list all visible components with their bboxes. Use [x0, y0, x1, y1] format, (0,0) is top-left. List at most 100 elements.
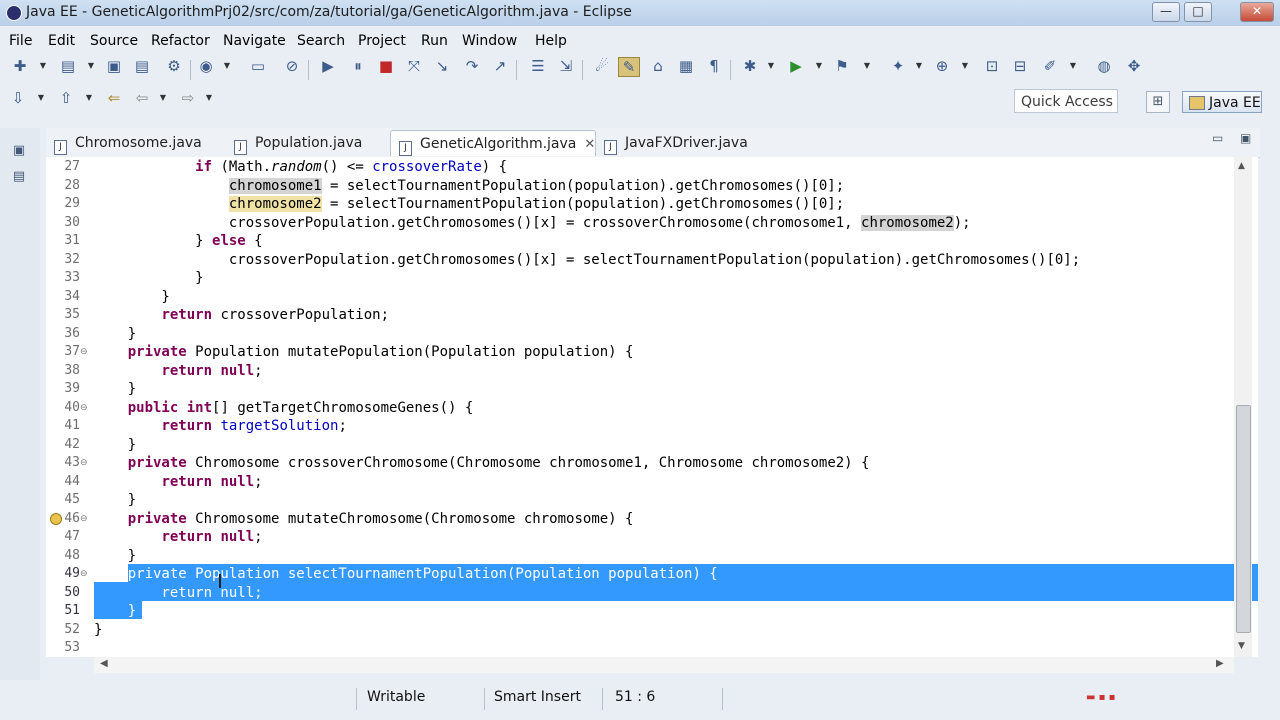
code-line[interactable]: }	[94, 436, 1254, 455]
code-line[interactable]: return null;	[94, 362, 1254, 381]
open-folder-icon[interactable]: ⊡	[982, 57, 1002, 75]
close-window-button[interactable]: ✕	[1240, 2, 1274, 22]
maximize-button[interactable]: □	[1184, 2, 1212, 22]
code-line[interactable]: }	[94, 325, 1254, 344]
chevron-down-icon[interactable]: ▼	[36, 89, 46, 107]
run-icon[interactable]: ▶	[786, 57, 806, 75]
chevron-down-icon[interactable]: ▼	[960, 57, 970, 75]
chevron-down-icon[interactable]: ▼	[1068, 57, 1078, 75]
step-over-icon[interactable]: ↷	[462, 57, 482, 75]
last-edit-location-icon[interactable]: ⇐	[104, 89, 124, 107]
close-icon[interactable]: ✕	[584, 137, 595, 152]
maximize-view-icon[interactable]: ▣	[1240, 131, 1251, 145]
debug-icon[interactable]: ✱	[740, 57, 760, 75]
new-java-project-icon[interactable]: ✦	[888, 57, 908, 75]
chevron-down-icon[interactable]: ▼	[86, 57, 96, 75]
step-return-icon[interactable]: ↗	[490, 57, 510, 75]
menu-window[interactable]: Window	[462, 33, 517, 49]
pin-icon[interactable]: ✥	[1124, 57, 1144, 75]
code-line[interactable]: private Chromosome crossoverChromosome(C…	[94, 454, 1254, 473]
scroll-thumb[interactable]	[1236, 405, 1251, 633]
vertical-scrollbar[interactable]: ▲ ▼	[1234, 157, 1252, 657]
open-package-icon[interactable]: ⊟	[1010, 57, 1030, 75]
open-task-icon[interactable]: ✐	[1040, 57, 1060, 75]
minimize-view-icon[interactable]: ▭	[1212, 131, 1223, 145]
code-line[interactable]: return targetSolution;	[94, 417, 1254, 436]
chevron-down-icon[interactable]: ▼	[914, 57, 924, 75]
fold-toggle-icon[interactable]: ⊖	[80, 343, 88, 362]
chevron-down-icon[interactable]: ▼	[766, 57, 776, 75]
restore-icon[interactable]: ▣	[10, 142, 28, 160]
code-line[interactable]: private Population selectTournamentPopul…	[94, 565, 1254, 584]
menu-edit[interactable]: Edit	[48, 33, 75, 49]
code-line[interactable]: public int[] getTargetChromosomeGenes() …	[94, 399, 1254, 418]
code-line[interactable]: crossoverPopulation.getChromosomes()[x] …	[94, 214, 1254, 233]
chevron-down-icon[interactable]: ▼	[204, 89, 214, 107]
save-all-icon[interactable]: ▤	[132, 57, 152, 75]
warning-marker-icon[interactable]	[50, 512, 62, 525]
menu-navigate[interactable]: Navigate	[223, 33, 286, 49]
back-icon[interactable]: ⇦	[132, 89, 152, 107]
code-line[interactable]: }	[94, 547, 1254, 566]
new-class-icon[interactable]: ⊕	[932, 57, 952, 75]
scroll-up-icon[interactable]: ▲	[1238, 161, 1245, 171]
menu-source[interactable]: Source	[90, 33, 138, 49]
code-line[interactable]: }	[94, 602, 1254, 621]
forward-icon[interactable]: ⇨	[178, 89, 198, 107]
terminate-icon[interactable]: ■	[376, 57, 396, 75]
run-external-tool-icon[interactable]: ⚑	[832, 57, 852, 75]
tab-javafx-driver[interactable]: J JavaFXDriver.java	[604, 130, 748, 156]
code-line[interactable]: return null;	[94, 528, 1254, 547]
scroll-right-icon[interactable]: ▶	[1216, 658, 1224, 669]
disconnect-icon[interactable]: ⤧	[404, 57, 424, 75]
menu-project[interactable]: Project	[358, 33, 406, 49]
fold-toggle-icon[interactable]: ⊖	[80, 510, 88, 529]
code-line[interactable]: crossoverPopulation.getChromosomes()[x] …	[94, 251, 1254, 270]
code-editor[interactable]: 27 28 29 30 31 32 33 34 35 36 37 ⊖ 38 39 40 ⊖ 41 42 43 ⊖ 44 4…	[46, 157, 1258, 657]
chevron-down-icon[interactable]: ▼	[814, 57, 824, 75]
server-icon[interactable]: ◉	[196, 57, 216, 75]
save-icon[interactable]: ▣	[104, 57, 124, 75]
code-line[interactable]: if (Math.random() <= crossoverRate) {	[94, 158, 1254, 177]
chevron-down-icon[interactable]: ▼	[862, 57, 872, 75]
chevron-down-icon[interactable]: ▼	[84, 89, 94, 107]
new-wizard-icon[interactable]: ▤	[58, 57, 78, 75]
step-into-icon[interactable]: ↘	[432, 57, 452, 75]
code-line[interactable]: }	[94, 621, 1254, 640]
code-line[interactable]: chromosome1 = selectTournamentPopulation…	[94, 177, 1254, 196]
next-annotation-icon[interactable]: ⇩	[8, 89, 28, 107]
perspective-java-ee[interactable]: Java EE	[1182, 91, 1262, 113]
code-line[interactable]: } else {	[94, 232, 1254, 251]
code-line[interactable]: }	[94, 269, 1254, 288]
tab-population[interactable]: J Population.java	[234, 130, 362, 156]
menu-help[interactable]: Help	[535, 33, 567, 49]
fold-toggle-icon[interactable]: ⊖	[80, 399, 88, 418]
drop-to-frame-icon[interactable]: ☰	[528, 57, 548, 75]
menu-search[interactable]: Search	[297, 33, 345, 49]
scroll-down-icon[interactable]: ▼	[1238, 641, 1245, 651]
new-icon[interactable]: ✚	[10, 57, 30, 75]
previous-annotation-icon[interactable]: ⇧	[56, 89, 76, 107]
globe-icon[interactable]: ◍	[1094, 57, 1114, 75]
code-line[interactable]: }	[94, 288, 1254, 307]
paragraph-icon[interactable]: ¶	[704, 57, 724, 75]
horizontal-scrollbar[interactable]: ◀ ▶	[94, 657, 1234, 673]
chevron-down-icon[interactable]: ▼	[38, 57, 48, 75]
code-line[interactable]: private Chromosome mutateChromosome(Chro…	[94, 510, 1254, 529]
code-area[interactable]: if (Math.random() <= crossoverRate) { ch…	[94, 157, 1258, 657]
skip-breakpoints-icon[interactable]: ⊘	[282, 57, 302, 75]
menu-refactor[interactable]: Refactor	[151, 33, 210, 49]
open-type-icon[interactable]: ☄	[592, 57, 612, 75]
code-line[interactable]: }	[94, 380, 1254, 399]
suspend-icon[interactable]: ⏸	[348, 57, 368, 75]
menu-run[interactable]: Run	[421, 33, 448, 49]
package-explorer-icon[interactable]: ▤	[10, 168, 28, 186]
toggle-breadcrumb-icon[interactable]: ⌂	[648, 57, 668, 75]
scroll-left-icon[interactable]: ◀	[100, 658, 108, 669]
toggle-mark-occurrences-icon[interactable]: ✎	[618, 57, 640, 77]
code-line[interactable]: return null;	[94, 584, 1254, 603]
progress-indicator-icon[interactable]: ▬ ▪ ▪	[1086, 692, 1115, 703]
code-line[interactable]: return null;	[94, 473, 1254, 492]
chevron-down-icon[interactable]: ▼	[222, 57, 232, 75]
fold-toggle-icon[interactable]: ⊖	[80, 565, 88, 584]
